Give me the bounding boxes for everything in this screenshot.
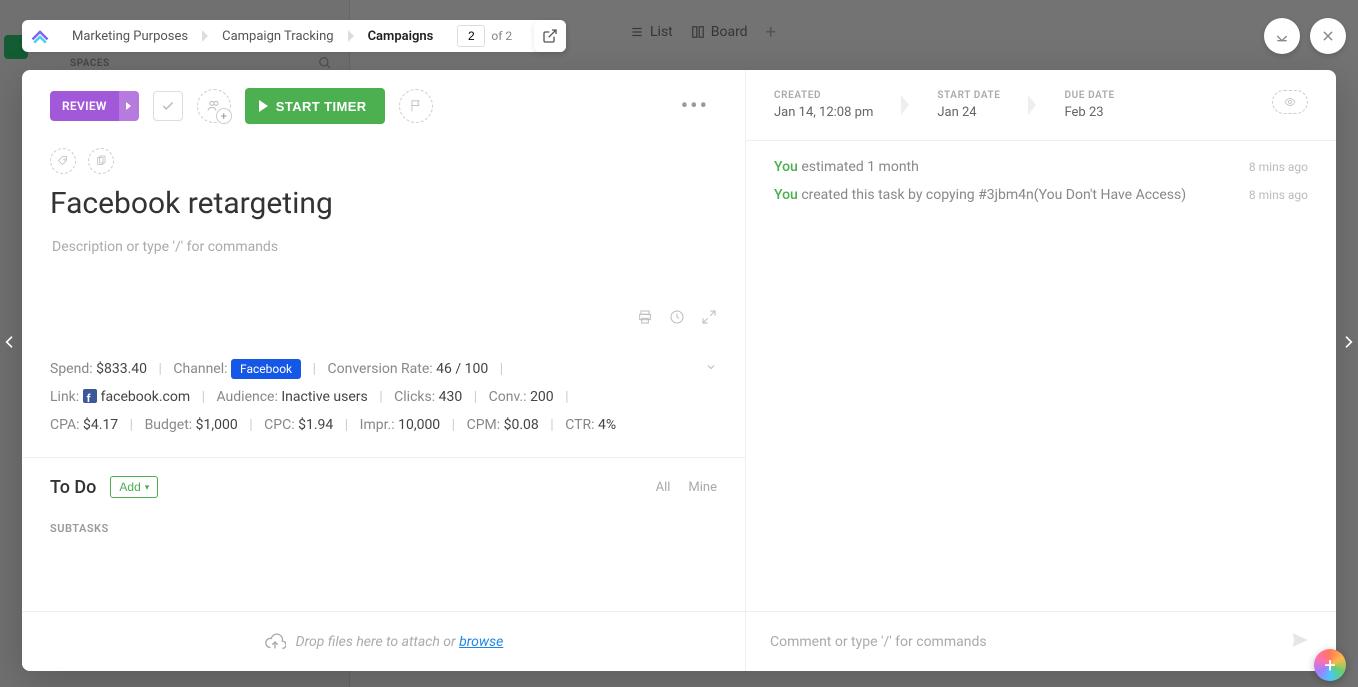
todo-section: To Do Add All Mine xyxy=(22,458,745,506)
field-link-value[interactable]: facebook.com xyxy=(101,389,190,405)
start-value: Jan 24 xyxy=(937,105,1000,120)
task-left-panel: REVIEW START TIMER ••• xyxy=(22,70,746,671)
attachment-dropzone[interactable]: Drop files here to attach or browse xyxy=(22,611,745,671)
activity-feed: You estimated 1 month 8 mins ago You cre… xyxy=(746,141,1336,611)
copy-task-button[interactable] xyxy=(88,148,114,174)
app-logo-icon xyxy=(30,26,50,46)
play-icon xyxy=(259,100,268,112)
field-conv-label: Conv.: xyxy=(489,389,527,405)
share-button[interactable] xyxy=(534,20,566,52)
priority-flag-button[interactable] xyxy=(399,89,433,123)
field-convrate-value[interactable]: 46 / 100 xyxy=(436,361,488,377)
activity-text: estimated 1 month xyxy=(798,159,919,175)
page-number-input[interactable] xyxy=(457,25,485,47)
history-icon[interactable] xyxy=(669,309,685,329)
chevron-right-icon xyxy=(901,95,909,115)
task-right-panel: CREATED Jan 14, 12:08 pm START DATE Jan … xyxy=(746,70,1336,671)
activity-item: You estimated 1 month 8 mins ago xyxy=(774,159,1308,175)
field-budget-label: Budget: xyxy=(145,417,193,433)
task-dates: CREATED Jan 14, 12:08 pm START DATE Jan … xyxy=(746,70,1336,141)
comment-input[interactable]: Comment or type '/' for commands xyxy=(746,611,1336,671)
status-next-icon[interactable] xyxy=(119,91,139,121)
due-label: DUE DATE xyxy=(1064,90,1114,101)
more-menu-button[interactable]: ••• xyxy=(673,90,717,123)
crumb-space[interactable]: Marketing Purposes xyxy=(58,20,202,52)
timer-label: START TIMER xyxy=(276,99,367,114)
field-clicks-label: Clicks: xyxy=(394,389,435,405)
assignee-add-button[interactable] xyxy=(197,89,231,123)
field-budget-value[interactable]: $1,000 xyxy=(196,417,238,433)
print-icon[interactable] xyxy=(637,309,653,329)
created-label: CREATED xyxy=(774,90,873,101)
activity-actor: You xyxy=(774,159,798,175)
collapse-fields-icon[interactable] xyxy=(705,355,717,383)
field-channel-label: Channel: xyxy=(173,361,227,377)
activity-time: 8 mins ago xyxy=(1249,160,1308,174)
field-cpa-label: CPA: xyxy=(50,417,80,433)
crumb-folder[interactable]: Campaign Tracking xyxy=(208,20,347,52)
field-cpm-value[interactable]: $0.08 xyxy=(504,417,539,433)
field-impr-value[interactable]: 10,000 xyxy=(398,417,440,433)
close-button[interactable] xyxy=(1310,18,1346,54)
activity-actor: You xyxy=(774,187,798,203)
field-cpc-label: CPC: xyxy=(264,417,294,433)
field-ctr-label: CTR: xyxy=(565,417,594,433)
task-toolbar: REVIEW START TIMER ••• xyxy=(22,70,745,142)
cloud-upload-icon xyxy=(264,631,286,653)
quick-create-fab[interactable]: + xyxy=(1314,649,1346,681)
field-link-label: Link: xyxy=(50,389,79,405)
field-clicks-value[interactable]: 430 xyxy=(439,389,463,405)
todo-tab-mine[interactable]: Mine xyxy=(688,480,717,495)
page-total-label: of 2 xyxy=(491,29,512,43)
channel-badge[interactable]: Facebook xyxy=(231,359,301,379)
created-value: Jan 14, 12:08 pm xyxy=(774,105,873,120)
add-todo-button[interactable]: Add xyxy=(110,476,158,498)
field-cpc-value[interactable]: $1.94 xyxy=(298,417,333,433)
field-spend-value[interactable]: $833.40 xyxy=(96,361,147,377)
complete-checkbox[interactable] xyxy=(153,91,183,121)
todo-heading: To Do xyxy=(50,477,96,498)
todo-tab-all[interactable]: All xyxy=(656,480,671,495)
browse-link[interactable]: browse xyxy=(459,634,503,650)
comment-placeholder: Comment or type '/' for commands xyxy=(770,634,987,650)
field-ctr-value[interactable]: 4% xyxy=(598,417,616,433)
chevron-right-icon xyxy=(1028,95,1036,115)
watchers-button[interactable] xyxy=(1272,90,1308,114)
field-convrate-label: Conversion Rate: xyxy=(328,361,433,377)
field-audience-value[interactable]: Inactive users xyxy=(281,389,367,405)
subtasks-label: SUBTASKS xyxy=(22,506,745,545)
task-title[interactable]: Facebook retargeting xyxy=(22,174,745,229)
field-audience-label: Audience: xyxy=(217,389,278,405)
activity-time: 8 mins ago xyxy=(1249,188,1308,202)
custom-fields: Spend: $833.40 | Channel: Facebook | Con… xyxy=(22,343,745,458)
next-task-arrow[interactable] xyxy=(1340,332,1356,356)
field-spend-label: Spend: xyxy=(50,361,93,377)
start-timer-button[interactable]: START TIMER xyxy=(245,88,385,124)
minimize-button[interactable] xyxy=(1264,18,1300,54)
task-modal: REVIEW START TIMER ••• xyxy=(22,70,1336,671)
send-icon[interactable] xyxy=(1288,630,1312,654)
status-button[interactable]: REVIEW xyxy=(50,91,139,121)
activity-text: created this task by copying #3jbm4n(You… xyxy=(798,187,1186,203)
facebook-icon xyxy=(83,389,97,403)
field-impr-label: Impr.: xyxy=(360,417,395,433)
due-value: Feb 23 xyxy=(1064,105,1114,120)
crumb-list[interactable]: Campaigns xyxy=(354,20,448,52)
due-date-meta[interactable]: DUE DATE Feb 23 xyxy=(1064,90,1114,120)
field-conv-value[interactable]: 200 xyxy=(530,389,554,405)
dropzone-text: Drop files here to attach or xyxy=(296,634,459,650)
start-label: START DATE xyxy=(937,90,1000,101)
activity-item: You created this task by copying #3jbm4n… xyxy=(774,187,1308,203)
add-tag-button[interactable] xyxy=(50,148,76,174)
start-date-meta[interactable]: START DATE Jan 24 xyxy=(937,90,1000,120)
field-cpa-value[interactable]: $4.17 xyxy=(83,417,118,433)
prev-task-arrow[interactable] xyxy=(2,332,18,356)
status-label: REVIEW xyxy=(50,91,119,121)
field-cpm-label: CPM: xyxy=(467,417,501,433)
expand-icon[interactable] xyxy=(701,309,717,329)
created-meta: CREATED Jan 14, 12:08 pm xyxy=(774,90,873,120)
description-field[interactable]: Description or type '/' for commands xyxy=(22,229,745,309)
breadcrumb: Marketing Purposes Campaign Tracking Cam… xyxy=(22,20,566,52)
